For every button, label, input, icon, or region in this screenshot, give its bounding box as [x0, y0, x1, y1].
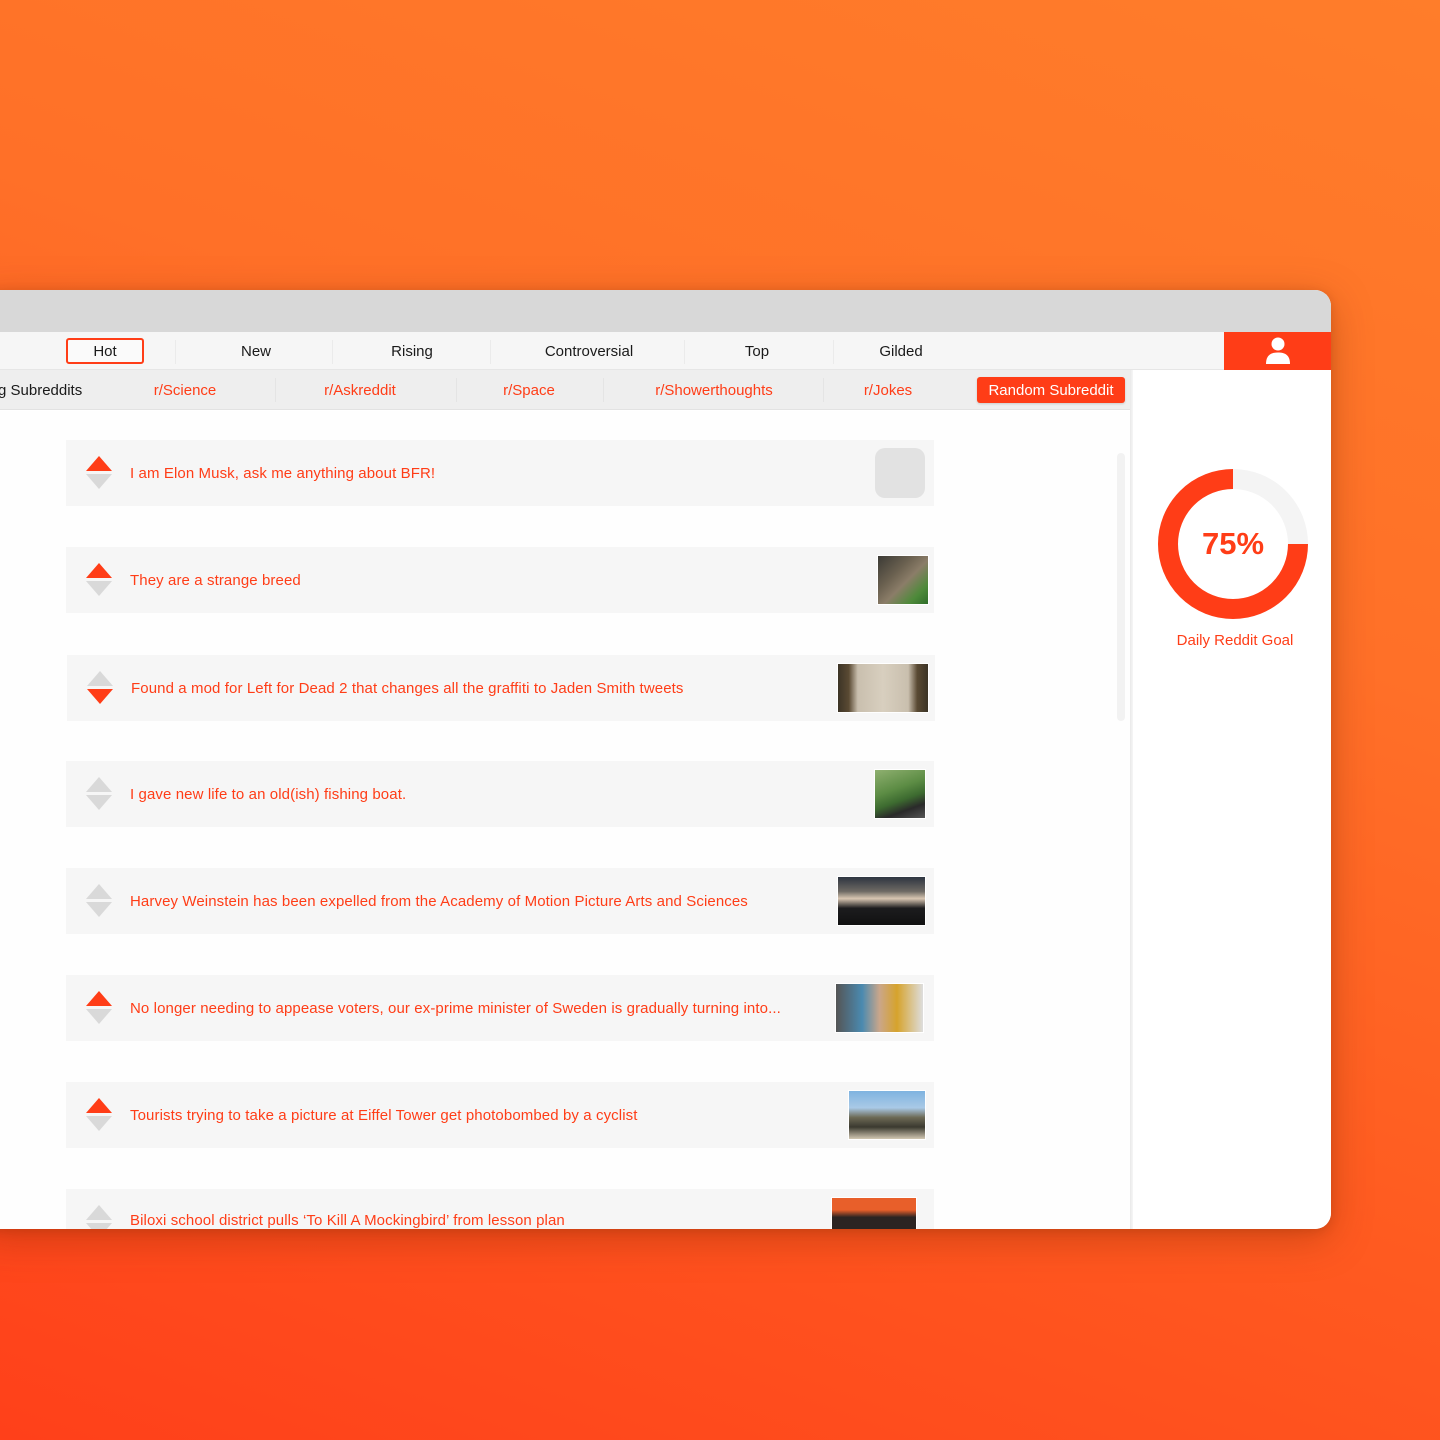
downvote-arrow-icon[interactable]: [87, 689, 113, 704]
tab-label: New: [240, 342, 271, 360]
sub-divider: [603, 378, 604, 402]
sub-divider: [823, 378, 824, 402]
upvote-arrow-icon[interactable]: [86, 563, 112, 578]
tab-controversial[interactable]: Controversial: [520, 332, 658, 370]
post-item[interactable]: Harvey Weinstein has been expelled from …: [66, 868, 934, 934]
post-thumbnail[interactable]: [848, 1090, 926, 1140]
vote-control: [86, 562, 112, 598]
user-icon: [1265, 337, 1290, 364]
post-title[interactable]: Biloxi school district pulls ‘To Kill A …: [130, 1187, 565, 1229]
tab-divider: [490, 340, 491, 364]
upvote-arrow-icon[interactable]: [86, 1205, 112, 1220]
vote-control: [86, 776, 112, 812]
post-thumbnail[interactable]: [874, 769, 926, 819]
upvote-arrow-icon[interactable]: [86, 991, 112, 1006]
post-thumbnail[interactable]: [831, 1197, 917, 1229]
goal-label: Daily Reddit Goal: [1176, 632, 1294, 649]
vote-control: [87, 670, 113, 706]
tab-divider: [175, 340, 176, 364]
random-subreddit-button[interactable]: Random Subreddit: [977, 377, 1125, 403]
downvote-arrow-icon[interactable]: [86, 1009, 112, 1024]
sort-tab-bar: Hot New Rising Controversial Top Gilded: [0, 332, 1224, 370]
post-thumbnail[interactable]: [835, 983, 924, 1033]
post-thumbnail[interactable]: [837, 876, 926, 926]
tab-new[interactable]: New: [210, 332, 302, 370]
tab-divider: [684, 340, 685, 364]
subreddit-link-askreddit[interactable]: r/Askreddit: [300, 370, 420, 410]
title-bar[interactable]: [0, 290, 1331, 332]
tab-divider: [833, 340, 834, 364]
tab-rising[interactable]: Rising: [365, 332, 459, 370]
subreddit-bar: g Subreddits r/Science r/Askreddit r/Spa…: [0, 370, 1130, 410]
post-title[interactable]: I gave new life to an old(ish) fishing b…: [130, 761, 406, 827]
vote-control: [86, 883, 112, 919]
post-thumbnail[interactable]: [877, 555, 929, 605]
downvote-arrow-icon[interactable]: [86, 1116, 112, 1131]
post-thumbnail-placeholder[interactable]: [875, 448, 925, 498]
tab-divider: [332, 340, 333, 364]
sidebar: 75% Daily Reddit Goal: [1133, 370, 1331, 1229]
tab-label: Hot: [66, 338, 144, 364]
subreddit-link-space[interactable]: r/Space: [480, 370, 578, 410]
post-title[interactable]: Harvey Weinstein has been expelled from …: [130, 868, 748, 934]
downvote-arrow-icon[interactable]: [86, 902, 112, 917]
post-title[interactable]: Found a mod for Left for Dead 2 that cha…: [131, 655, 684, 721]
vote-control: [86, 1097, 112, 1133]
subreddit-link-science[interactable]: r/Science: [130, 370, 240, 410]
subreddit-link-showerthoughts[interactable]: r/Showerthoughts: [630, 370, 798, 410]
upvote-arrow-icon[interactable]: [86, 456, 112, 471]
post-item[interactable]: I gave new life to an old(ish) fishing b…: [66, 761, 934, 827]
sub-divider: [275, 378, 276, 402]
post-title[interactable]: I am Elon Musk, ask me anything about BF…: [130, 440, 435, 506]
subreddits-label: g Subreddits: [0, 381, 83, 399]
tab-gilded[interactable]: Gilded: [855, 332, 947, 370]
post-title[interactable]: No longer needing to appease voters, our…: [130, 975, 781, 1041]
vote-control: [86, 1204, 112, 1229]
subreddit-link-jokes[interactable]: r/Jokes: [842, 370, 934, 410]
post-item[interactable]: Found a mod for Left for Dead 2 that cha…: [67, 655, 935, 721]
post-item[interactable]: Biloxi school district pulls ‘To Kill A …: [66, 1189, 934, 1229]
upvote-arrow-icon[interactable]: [86, 1098, 112, 1113]
vote-control: [86, 455, 112, 491]
downvote-arrow-icon[interactable]: [86, 1223, 112, 1229]
app-window: Hot New Rising Controversial Top Gilded …: [0, 290, 1331, 1229]
tab-label: Controversial: [544, 342, 634, 360]
vote-control: [86, 990, 112, 1026]
downvote-arrow-icon[interactable]: [86, 581, 112, 596]
downvote-arrow-icon[interactable]: [86, 474, 112, 489]
tab-top[interactable]: Top: [715, 332, 799, 370]
post-title[interactable]: Tourists trying to take a picture at Eif…: [130, 1082, 638, 1148]
tab-label: Top: [744, 342, 770, 360]
downvote-arrow-icon[interactable]: [86, 795, 112, 810]
post-title[interactable]: They are a strange breed: [130, 547, 301, 613]
profile-button[interactable]: [1224, 332, 1331, 370]
goal-percent: 75%: [1201, 526, 1265, 561]
feed-scrollbar[interactable]: [1117, 453, 1125, 721]
sub-divider: [456, 378, 457, 402]
post-item[interactable]: I am Elon Musk, ask me anything about BF…: [66, 440, 934, 506]
post-thumbnail[interactable]: [837, 663, 929, 713]
post-item[interactable]: Tourists trying to take a picture at Eif…: [66, 1082, 934, 1148]
upvote-arrow-icon[interactable]: [87, 671, 113, 686]
tab-hot[interactable]: Hot: [65, 332, 145, 370]
upvote-arrow-icon[interactable]: [86, 777, 112, 792]
post-item[interactable]: They are a strange breed: [66, 547, 934, 613]
post-feed: I am Elon Musk, ask me anything about BF…: [0, 411, 1130, 1229]
upvote-arrow-icon[interactable]: [86, 884, 112, 899]
tab-label: Gilded: [879, 342, 923, 360]
post-item[interactable]: No longer needing to appease voters, our…: [66, 975, 934, 1041]
tab-label: Rising: [391, 342, 433, 360]
